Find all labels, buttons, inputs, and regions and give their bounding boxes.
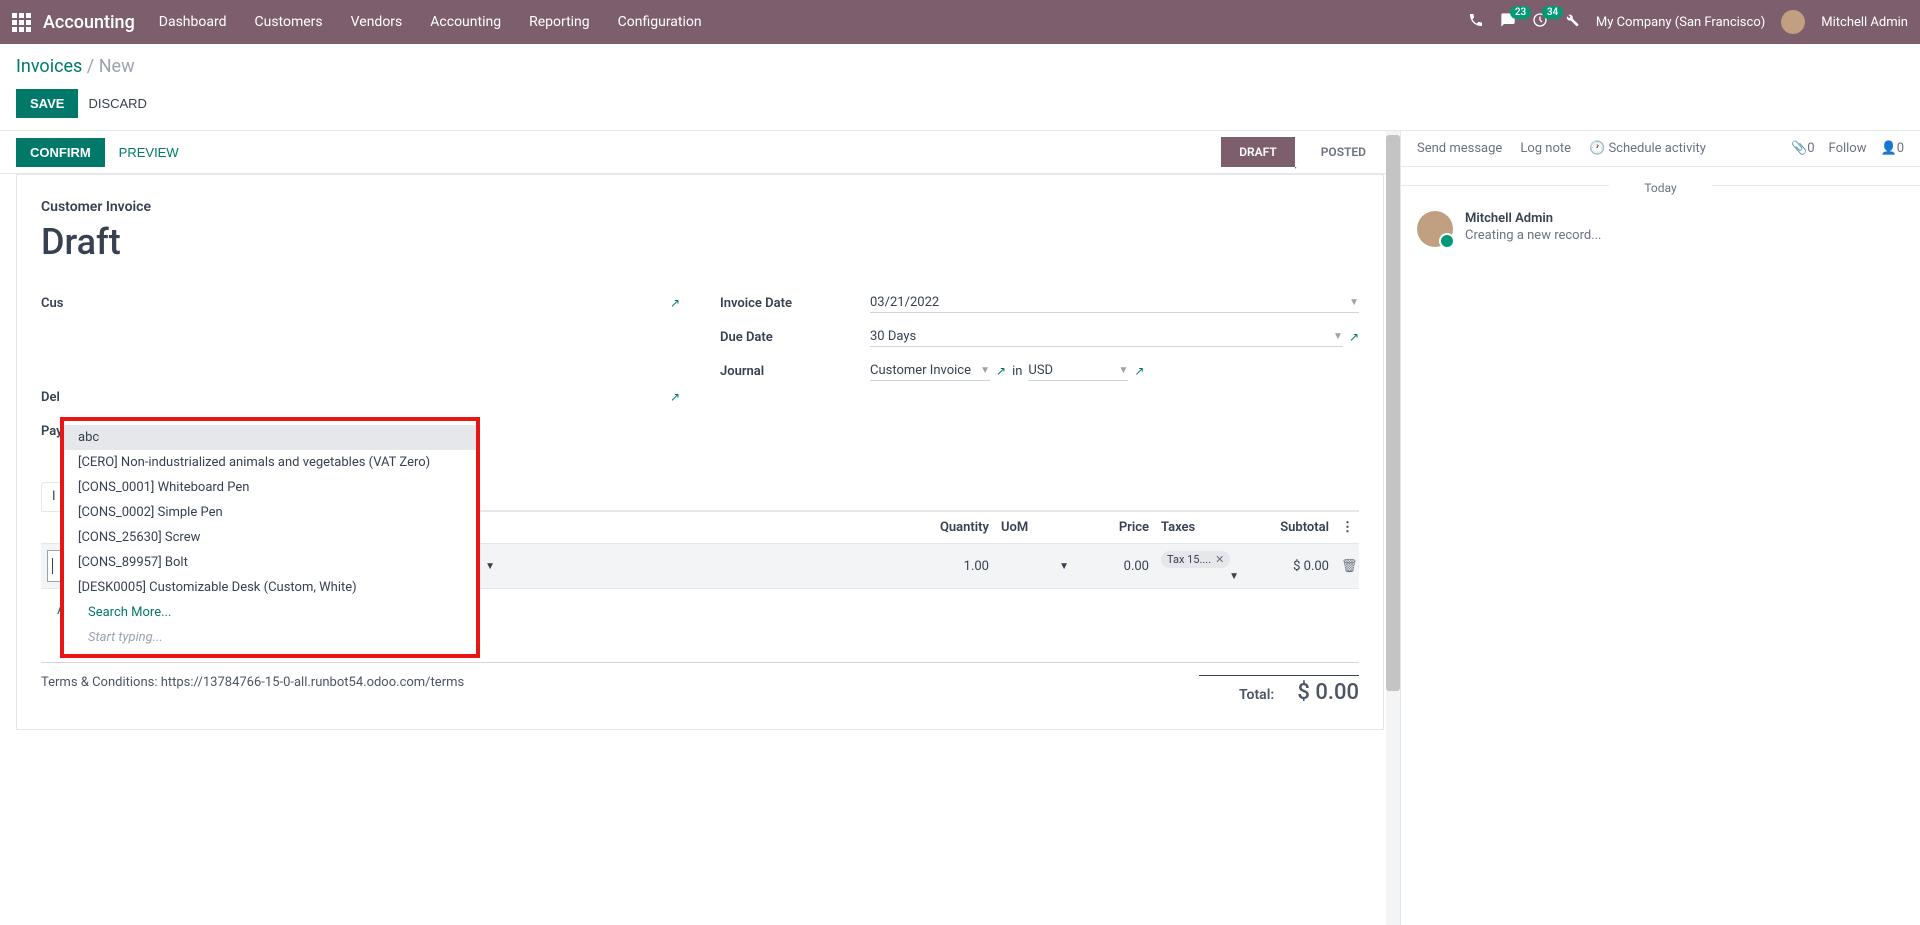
- external-link-icon[interactable]: ↗: [1134, 364, 1144, 378]
- invoice-date-label: Invoice Date: [720, 296, 870, 311]
- external-link-icon[interactable]: ↗: [670, 296, 680, 310]
- menu-dashboard[interactable]: Dashboard: [159, 14, 227, 30]
- subtotal-cell: $ 0.00: [1245, 544, 1335, 588]
- col-subtotal: Subtotal: [1245, 512, 1335, 543]
- terms-text[interactable]: Terms & Conditions: https://13784766-15-…: [41, 675, 464, 705]
- chevron-down-icon: ▼: [1349, 297, 1359, 308]
- clock-icon: 🕐: [1589, 141, 1608, 156]
- taxes-cell[interactable]: Tax 15....✕ ▼: [1155, 544, 1245, 588]
- phone-icon[interactable]: [1468, 12, 1484, 32]
- top-navbar: Accounting Dashboard Customers Vendors A…: [0, 0, 1920, 44]
- company-switcher[interactable]: My Company (San Francisco): [1596, 15, 1765, 30]
- dropdown-item[interactable]: [DESK0005] Customizable Desk (Custom, Wh…: [64, 575, 476, 600]
- delivery-label: Del: [41, 390, 191, 405]
- send-message-button[interactable]: Send message: [1417, 141, 1502, 156]
- col-taxes: Taxes: [1155, 512, 1245, 543]
- menu-vendors[interactable]: Vendors: [351, 14, 403, 30]
- due-date-label: Due Date: [720, 330, 870, 345]
- log-note-button[interactable]: Log note: [1520, 141, 1571, 156]
- scrollbar[interactable]: [1386, 131, 1400, 925]
- kebab-icon[interactable]: ⋮: [1335, 512, 1359, 543]
- person-icon: 👤: [1881, 141, 1897, 156]
- dropdown-item[interactable]: [CONS_89957] Bolt: [64, 550, 476, 575]
- currency-field[interactable]: USD ▼: [1028, 361, 1128, 381]
- tools-icon[interactable]: [1564, 12, 1580, 32]
- main-menu: Dashboard Customers Vendors Accounting R…: [159, 14, 702, 30]
- total-label: Total:: [1239, 687, 1274, 703]
- clock-icon[interactable]: 34: [1532, 12, 1548, 32]
- delete-line-icon[interactable]: 🗑: [1335, 544, 1359, 588]
- external-link-icon[interactable]: ↗: [1349, 330, 1359, 344]
- clock-badge: 34: [1542, 6, 1563, 19]
- message-body: Creating a new record...: [1465, 228, 1602, 243]
- menu-reporting[interactable]: Reporting: [529, 14, 590, 30]
- menu-accounting[interactable]: Accounting: [430, 14, 501, 30]
- doc-type-label: Customer Invoice: [41, 199, 1359, 215]
- paperclip-icon: 📎: [1791, 141, 1807, 156]
- app-brand[interactable]: Accounting: [43, 12, 135, 33]
- chatter-message: Mitchell Admin Creating a new record...: [1401, 203, 1920, 255]
- chat-badge: 23: [1510, 6, 1531, 19]
- message-author[interactable]: Mitchell Admin: [1465, 211, 1602, 226]
- attachment-count[interactable]: 📎0: [1791, 141, 1815, 156]
- follow-button[interactable]: Follow: [1829, 141, 1867, 156]
- menu-customers[interactable]: Customers: [255, 14, 323, 30]
- dropdown-query[interactable]: abc: [64, 425, 476, 450]
- col-price: Price: [1075, 512, 1155, 543]
- subheader: Invoices / New SAVE DISCARD: [0, 44, 1920, 130]
- autocomplete-dropdown: abc [CERO] Non-industrialized animals an…: [60, 417, 480, 658]
- apps-icon[interactable]: [12, 13, 31, 32]
- schedule-activity-button[interactable]: 🕐 Schedule activity: [1589, 141, 1706, 156]
- status-draft[interactable]: DRAFT: [1221, 137, 1295, 167]
- save-button[interactable]: SAVE: [16, 89, 78, 118]
- status-posted[interactable]: POSTED: [1295, 137, 1384, 167]
- breadcrumb-current: New: [99, 56, 135, 77]
- message-avatar[interactable]: [1417, 211, 1453, 247]
- dropdown-item[interactable]: [CONS_0001] Whiteboard Pen: [64, 475, 476, 500]
- col-quantity: Quantity: [501, 512, 995, 543]
- invoice-date-field[interactable]: 03/21/2022 ▼: [870, 293, 1359, 313]
- dropdown-search-more[interactable]: Search More...: [64, 600, 476, 625]
- journal-label: Journal: [720, 364, 870, 379]
- dropdown-hint: Start typing...: [64, 625, 476, 650]
- chatter-date-separator: Today: [1401, 167, 1920, 203]
- remove-tax-icon[interactable]: ✕: [1215, 553, 1224, 566]
- user-avatar[interactable]: [1781, 10, 1805, 34]
- journal-field[interactable]: Customer Invoice ▼: [870, 361, 990, 381]
- status-bar: CONFIRM PREVIEW DRAFT POSTED: [0, 131, 1400, 174]
- chevron-down-icon: ▼: [980, 365, 990, 376]
- breadcrumb-parent[interactable]: Invoices: [16, 56, 82, 77]
- col-uom: UoM: [995, 512, 1075, 543]
- user-name[interactable]: Mitchell Admin: [1821, 15, 1908, 30]
- chevron-down-icon: ▼: [1119, 365, 1129, 376]
- external-link-icon[interactable]: ↗: [996, 364, 1006, 378]
- menu-configuration[interactable]: Configuration: [618, 14, 702, 30]
- external-link-icon[interactable]: ↗: [670, 390, 680, 404]
- uom-cell[interactable]: ▼: [995, 544, 1075, 588]
- breadcrumb: Invoices / New: [16, 56, 1904, 77]
- chevron-down-icon: ▼: [1333, 331, 1343, 342]
- dropdown-item[interactable]: [CONS_0002] Simple Pen: [64, 500, 476, 525]
- main-form-area: CONFIRM PREVIEW DRAFT POSTED Customer In…: [0, 131, 1400, 925]
- doc-name: Draft: [41, 221, 1359, 263]
- chat-icon[interactable]: 23: [1500, 12, 1516, 32]
- due-date-field[interactable]: 30 Days ▼: [870, 327, 1343, 347]
- customer-label: Cus: [41, 296, 191, 311]
- dropdown-item[interactable]: [CONS_25630] Screw: [64, 525, 476, 550]
- total-amount: $ 0.00: [1297, 680, 1359, 705]
- dropdown-item[interactable]: [CERO] Non-industrialized animals and ve…: [64, 450, 476, 475]
- preview-button[interactable]: PREVIEW: [105, 138, 193, 167]
- price-cell[interactable]: 0.00: [1075, 544, 1155, 588]
- quantity-cell[interactable]: 1.00: [501, 544, 995, 588]
- follower-count[interactable]: 👤0: [1881, 141, 1905, 156]
- chatter-panel: Send message Log note 🕐 Schedule activit…: [1400, 131, 1920, 925]
- confirm-button[interactable]: CONFIRM: [16, 138, 105, 167]
- discard-button[interactable]: DISCARD: [88, 89, 147, 118]
